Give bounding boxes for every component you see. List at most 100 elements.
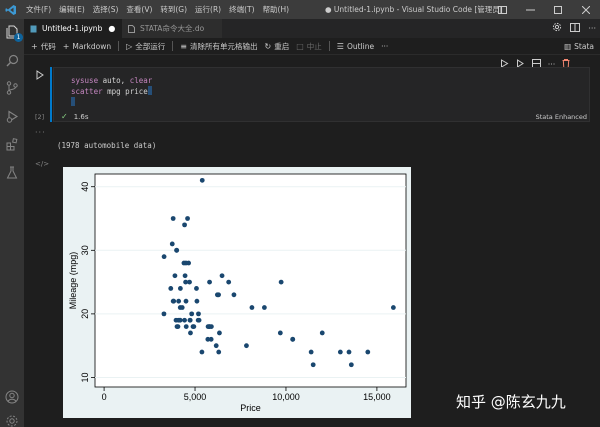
tab-untitled-notebook[interactable]: Untitled-1.ipynb ● — [24, 19, 122, 38]
text-cursor — [71, 97, 75, 106]
data-point — [311, 362, 316, 367]
tab-stata-do-file[interactable]: STATA命令大全.do — [122, 19, 222, 38]
data-point — [209, 337, 214, 342]
split-editor-icon[interactable] — [570, 23, 580, 35]
execution-count: [2] — [35, 113, 44, 121]
code-content[interactable]: sysuse auto, clear scatter mpg price — [71, 75, 152, 108]
code-line: sysuse auto, clear — [71, 75, 152, 86]
run-all-button[interactable]: ▷全部运行 — [126, 41, 165, 52]
data-point — [226, 280, 231, 285]
menu-file[interactable]: 文件(F) — [22, 0, 55, 19]
notebook-toolbar: +代码 +Markdown ▷全部运行 ≡清除所有单元格输出 ↻重启 □中止 ☰… — [24, 38, 600, 55]
data-point — [206, 324, 211, 329]
restart-kernel-button[interactable]: ↻重启 — [265, 41, 290, 52]
data-point — [168, 286, 173, 291]
close-button[interactable] — [572, 0, 600, 19]
y-tick-label: 40 — [80, 182, 90, 192]
data-point — [184, 299, 189, 304]
data-point — [196, 311, 201, 316]
title-bar: 文件(F) 编辑(E) 选择(S) 查看(V) 转到(G) 运行(R) 终端(T… — [0, 0, 600, 19]
data-point — [171, 299, 176, 304]
kernel-picker[interactable]: ▥ Stata — [564, 38, 594, 55]
data-point — [188, 331, 193, 336]
menu-run[interactable]: 运行(R) — [191, 0, 225, 19]
data-point — [182, 222, 187, 227]
outline-button[interactable]: ☰Outline — [337, 42, 374, 51]
menu-bar: 文件(F) 编辑(E) 选择(S) 查看(V) 转到(G) 运行(R) 终端(T… — [22, 0, 293, 19]
kernel-label: Stata — [574, 42, 594, 51]
gear-icon[interactable] — [552, 22, 562, 35]
layout-icon[interactable] — [488, 0, 516, 19]
menu-edit[interactable]: 编辑(E) — [55, 0, 89, 19]
unsaved-dot-icon[interactable]: ● — [108, 24, 115, 33]
x-axis-label: Price — [240, 403, 261, 413]
toolbar-more-button[interactable]: ··· — [381, 42, 388, 51]
run-all-icon: ▷ — [126, 42, 132, 51]
extensions-icon[interactable] — [3, 135, 21, 153]
data-point — [188, 318, 193, 323]
output-code-icon[interactable]: </> — [35, 160, 49, 168]
restart-icon: ↻ — [265, 42, 272, 51]
data-point — [290, 337, 295, 342]
data-point — [365, 350, 370, 355]
data-point — [195, 299, 200, 304]
notebook-file-icon — [30, 25, 37, 33]
code-line: scatter mpg price — [71, 86, 152, 97]
window-controls — [488, 0, 600, 19]
testing-flask-icon[interactable] — [3, 163, 21, 181]
settings-gear-icon[interactable] — [3, 412, 21, 427]
x-tick-label: 0 — [102, 392, 107, 402]
account-icon[interactable] — [3, 388, 21, 406]
text-cursor — [148, 86, 152, 95]
data-point — [214, 343, 219, 348]
cell-language-label[interactable]: Stata Enhanced — [536, 113, 587, 121]
data-point — [178, 318, 183, 323]
data-point — [176, 299, 181, 304]
activity-bar: 1 — [0, 19, 24, 427]
run-cell-icon[interactable] — [36, 70, 44, 80]
data-point — [184, 324, 189, 329]
add-markdown-cell-button[interactable]: +Markdown — [63, 42, 111, 51]
plus-icon: + — [63, 42, 70, 51]
menu-selection[interactable]: 选择(S) — [89, 0, 123, 19]
stop-square-icon: □ — [296, 42, 304, 51]
restart-label: 重启 — [274, 41, 289, 52]
outline-list-icon: ☰ — [337, 42, 344, 51]
data-point — [162, 311, 167, 316]
search-icon[interactable] — [3, 51, 21, 69]
data-point — [278, 331, 283, 336]
toolbar-divider — [329, 41, 330, 51]
interrupt-kernel-button[interactable]: □中止 — [296, 41, 322, 52]
x-tick-label: 10,000 — [272, 392, 300, 402]
run-debug-icon[interactable] — [3, 107, 21, 125]
data-point — [185, 216, 190, 221]
output-collapse-toggle[interactable]: ··· — [35, 128, 46, 137]
add-markdown-label: Markdown — [72, 42, 111, 51]
run-all-label: 全部运行 — [135, 41, 165, 52]
menu-terminal[interactable]: 终端(T) — [225, 0, 258, 19]
code-line — [71, 97, 152, 108]
data-point — [309, 350, 314, 355]
menu-go[interactable]: 转到(G) — [156, 0, 191, 19]
data-point — [200, 350, 205, 355]
more-actions-icon[interactable]: ··· — [588, 24, 596, 33]
add-code-cell-button[interactable]: +代码 — [31, 41, 56, 52]
maximize-button[interactable] — [544, 0, 572, 19]
data-point — [279, 280, 284, 285]
explorer-icon[interactable]: 1 — [3, 23, 21, 41]
file-icon — [128, 25, 135, 33]
data-point — [173, 273, 178, 278]
chart-svg: 05,00010,00015,00010203040PriceMileage (… — [63, 167, 411, 418]
clear-outputs-button[interactable]: ≡清除所有单元格输出 — [180, 41, 257, 52]
y-tick-label: 30 — [80, 245, 90, 255]
data-point — [194, 286, 199, 291]
data-point — [262, 305, 267, 310]
menu-view[interactable]: 查看(V) — [122, 0, 156, 19]
menu-help[interactable]: 帮助(H) — [259, 0, 294, 19]
data-point — [244, 343, 249, 348]
data-point — [178, 286, 183, 291]
minimize-button[interactable] — [516, 0, 544, 19]
outline-label: Outline — [347, 42, 374, 51]
y-tick-label: 20 — [80, 309, 90, 319]
source-control-icon[interactable] — [3, 79, 21, 97]
